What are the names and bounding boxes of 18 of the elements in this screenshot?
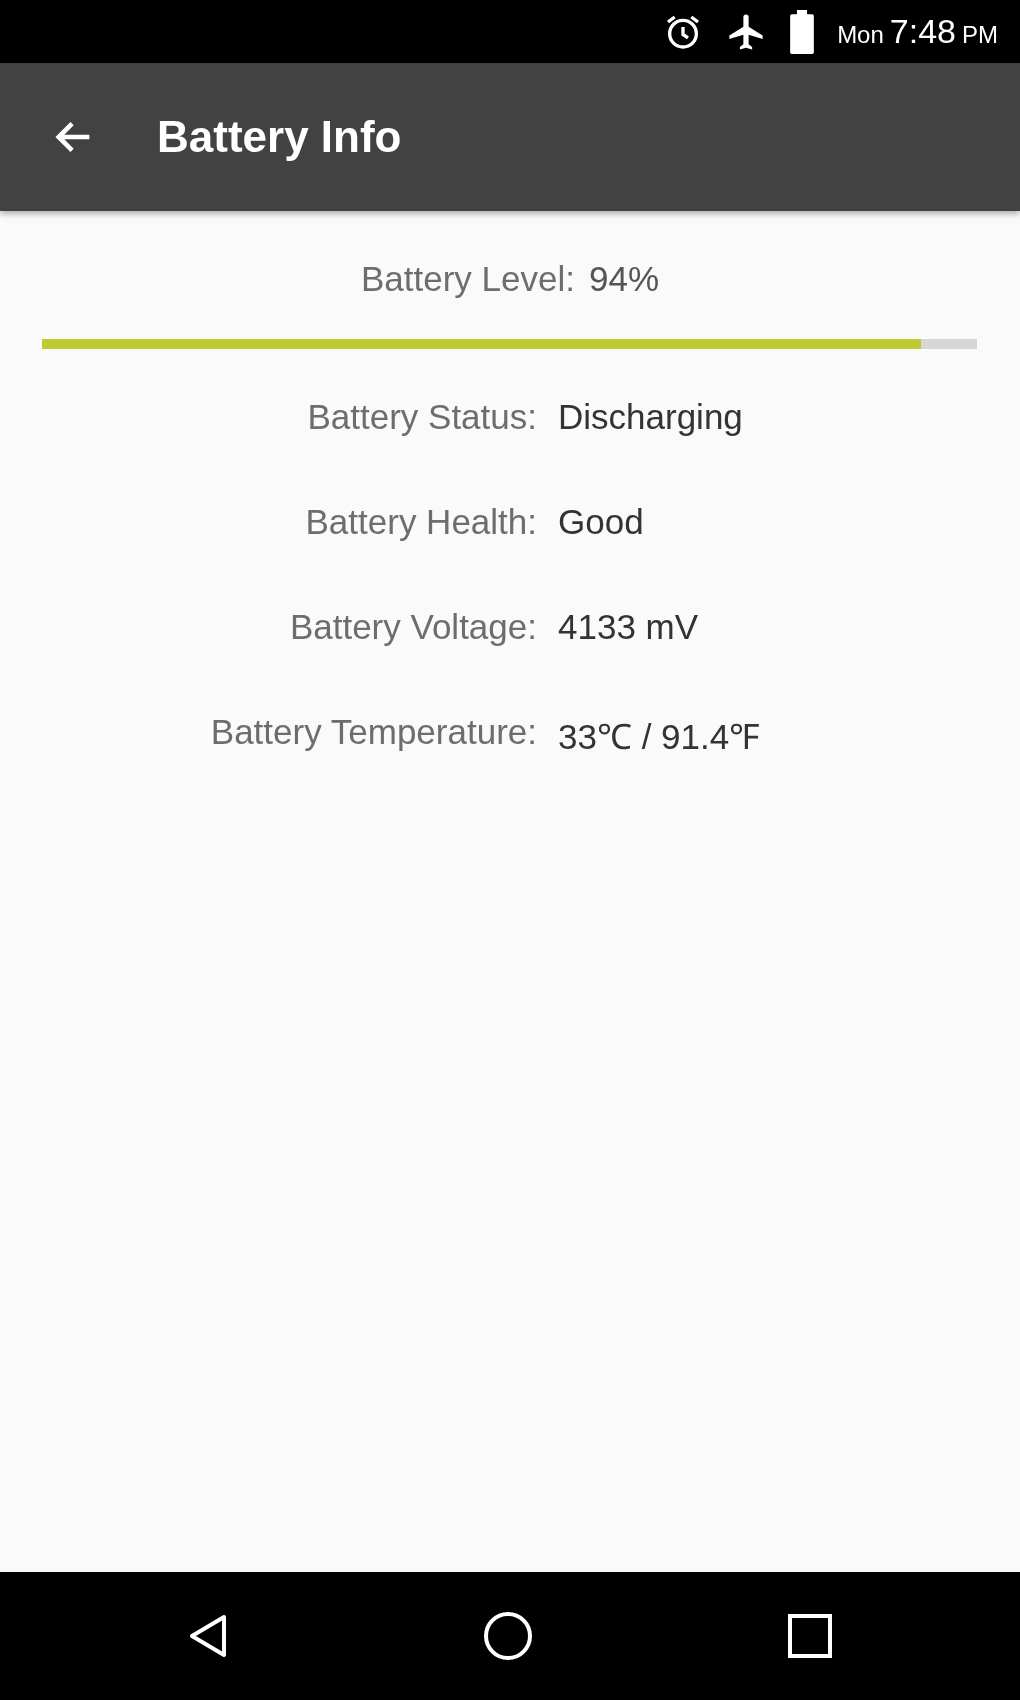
app-title: Battery Info xyxy=(157,112,402,162)
detail-value: Discharging xyxy=(558,397,744,437)
level-value: 94% xyxy=(588,259,660,299)
back-icon[interactable] xyxy=(187,1614,228,1658)
detail-value: Good xyxy=(558,502,645,542)
level-label: Battery Level: xyxy=(360,259,575,299)
home-icon[interactable] xyxy=(483,1611,533,1661)
battery-icon xyxy=(789,9,816,54)
status-period: PM xyxy=(962,20,998,49)
status-day: Mon xyxy=(837,20,884,49)
detail-value: 4133 mV xyxy=(558,607,700,647)
recents-icon[interactable] xyxy=(788,1614,833,1658)
detail-label: Battery Voltage: xyxy=(288,607,537,647)
detail-label: Battery Status: xyxy=(306,397,537,437)
detail-value: 33℃ / 91.4℉ xyxy=(558,716,762,758)
status-time: 7:48 xyxy=(889,12,956,51)
detail-label: Battery Health: xyxy=(304,502,537,542)
detail-label: Battery Temperature: xyxy=(209,712,537,753)
